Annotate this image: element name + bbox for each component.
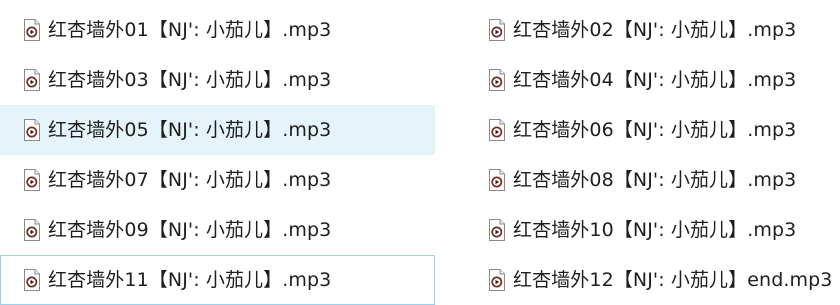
file-name: 红杏墙外08【NJ': 小茄儿】.mp3 — [513, 169, 797, 191]
audio-file-icon — [488, 19, 506, 41]
audio-file-icon — [23, 69, 41, 91]
audio-file-icon — [23, 169, 41, 191]
file-item-01[interactable]: 红杏墙外01【NJ': 小茄儿】.mp3 — [0, 5, 435, 55]
audio-file-icon — [488, 219, 506, 241]
file-name: 红杏墙外10【NJ': 小茄儿】.mp3 — [513, 219, 797, 241]
file-name: 红杏墙外07【NJ': 小茄儿】.mp3 — [48, 169, 332, 191]
file-item-11[interactable]: 红杏墙外11【NJ': 小茄儿】.mp3 — [0, 255, 435, 305]
file-item-04[interactable]: 红杏墙外04【NJ': 小茄儿】.mp3 — [464, 55, 840, 105]
file-name: 红杏墙外05【NJ': 小茄儿】.mp3 — [48, 119, 332, 141]
audio-file-icon — [23, 19, 41, 41]
file-name: 红杏墙外09【NJ': 小茄儿】.mp3 — [48, 219, 332, 241]
audio-file-icon — [488, 169, 506, 191]
audio-file-icon — [488, 269, 506, 291]
file-item-05[interactable]: 红杏墙外05【NJ': 小茄儿】.mp3 — [0, 105, 435, 155]
file-item-07[interactable]: 红杏墙外07【NJ': 小茄儿】.mp3 — [0, 155, 435, 205]
file-name: 红杏墙外03【NJ': 小茄儿】.mp3 — [48, 69, 332, 91]
file-grid: 红杏墙外01【NJ': 小茄儿】.mp3 红杏墙外02【NJ': 小茄儿】.mp… — [0, 5, 840, 305]
file-name: 红杏墙外04【NJ': 小茄儿】.mp3 — [513, 69, 797, 91]
file-name: 红杏墙外01【NJ': 小茄儿】.mp3 — [48, 19, 332, 41]
file-item-02[interactable]: 红杏墙外02【NJ': 小茄儿】.mp3 — [464, 5, 840, 55]
audio-file-icon — [488, 69, 506, 91]
file-name: 红杏墙外11【NJ': 小茄儿】.mp3 — [48, 269, 332, 291]
file-item-09[interactable]: 红杏墙外09【NJ': 小茄儿】.mp3 — [0, 205, 435, 255]
audio-file-icon — [23, 219, 41, 241]
file-name: 红杏墙外02【NJ': 小茄儿】.mp3 — [513, 19, 797, 41]
file-item-06[interactable]: 红杏墙外06【NJ': 小茄儿】.mp3 — [464, 105, 840, 155]
file-name: 红杏墙外06【NJ': 小茄儿】.mp3 — [513, 119, 797, 141]
audio-file-icon — [23, 269, 41, 291]
audio-file-icon — [23, 119, 41, 141]
file-item-10[interactable]: 红杏墙外10【NJ': 小茄儿】.mp3 — [464, 205, 840, 255]
file-item-03[interactable]: 红杏墙外03【NJ': 小茄儿】.mp3 — [0, 55, 435, 105]
file-item-08[interactable]: 红杏墙外08【NJ': 小茄儿】.mp3 — [464, 155, 840, 205]
file-item-12[interactable]: 红杏墙外12【NJ': 小茄儿】end.mp3 — [464, 255, 840, 305]
audio-file-icon — [488, 119, 506, 141]
file-name: 红杏墙外12【NJ': 小茄儿】end.mp3 — [513, 269, 833, 291]
